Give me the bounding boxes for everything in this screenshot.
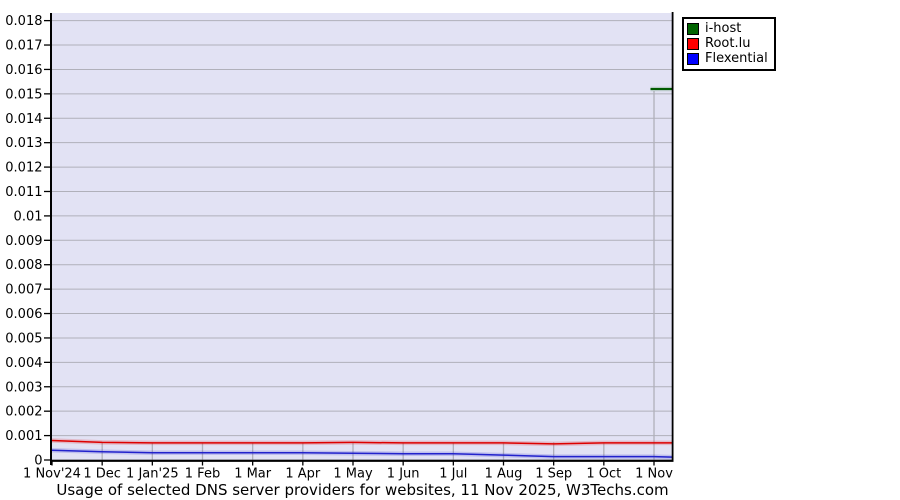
- legend-label-root-lu: Root.lu: [705, 36, 751, 51]
- y-tick-label: 0.012: [5, 161, 42, 176]
- y-tick-label: 0.017: [5, 39, 42, 54]
- chart-legend: i-host Root.lu Flexential: [682, 17, 776, 71]
- x-tick-label: 1 May: [333, 467, 373, 482]
- legend-swatch-flexential: [687, 52, 699, 65]
- chart-container: 0.018 0.017 0.016 0.015 0.014 0.013 0.012 0.011…: [0, 0, 900, 500]
- x-tick-label: 1 Jun: [387, 467, 420, 482]
- x-tick-label: 1 Feb: [185, 467, 220, 482]
- x-tick-label: 1 Nov: [635, 467, 673, 482]
- y-tick-label: 0.006: [5, 307, 42, 322]
- y-tick-label: 0.014: [5, 112, 42, 127]
- y-tick-label: 0.007: [5, 283, 42, 298]
- usage-chart: 0.0180.0170.0160.0150.0140.0130.0120.011…: [5, 12, 674, 482]
- x-tick-label: 1 Sep: [535, 467, 572, 482]
- y-tick-label: 0.001: [5, 429, 42, 444]
- y-tick-label: 0.018: [5, 14, 42, 29]
- legend-item-i-host: i-host: [687, 21, 768, 36]
- y-tick-label: 0.013: [5, 136, 42, 151]
- legend-swatch-i-host: [687, 22, 699, 35]
- y-tick-label: 0.01: [14, 209, 43, 224]
- x-tick-label: 1 Apr: [285, 467, 321, 482]
- y-tick-label: 0.004: [5, 356, 42, 371]
- x-tick-label: 1 Oct: [586, 467, 621, 482]
- y-tick-label: 0.008: [5, 258, 42, 273]
- x-tick-label: 1 Nov'24: [23, 467, 81, 482]
- y-tick-label: 0.002: [5, 405, 42, 420]
- y-tick-label: 0.011: [5, 185, 42, 200]
- legend-item-flexential: Flexential: [687, 51, 768, 66]
- x-tick-label: 1 Jul: [439, 467, 467, 482]
- legend-label-i-host: i-host: [705, 21, 742, 36]
- chart-title: Usage of selected DNS server providers f…: [56, 481, 669, 499]
- legend-swatch-root-lu: [687, 37, 699, 50]
- x-tick-label: 1 Aug: [485, 467, 523, 482]
- legend-label-flexential: Flexential: [705, 51, 768, 66]
- y-tick-label: 0.005: [5, 331, 42, 346]
- x-tick-label: 1 Mar: [234, 467, 272, 482]
- plot-background: [52, 13, 673, 460]
- y-tick-label: 0.009: [5, 234, 42, 249]
- y-tick-label: 0.016: [5, 63, 42, 78]
- y-tick-label: 0.003: [5, 380, 42, 395]
- x-tick-label: 1 Dec: [83, 467, 121, 482]
- y-tick-label: 0.015: [5, 87, 42, 102]
- legend-item-root-lu: Root.lu: [687, 36, 768, 51]
- x-tick-label: 1 Jan'25: [126, 467, 179, 482]
